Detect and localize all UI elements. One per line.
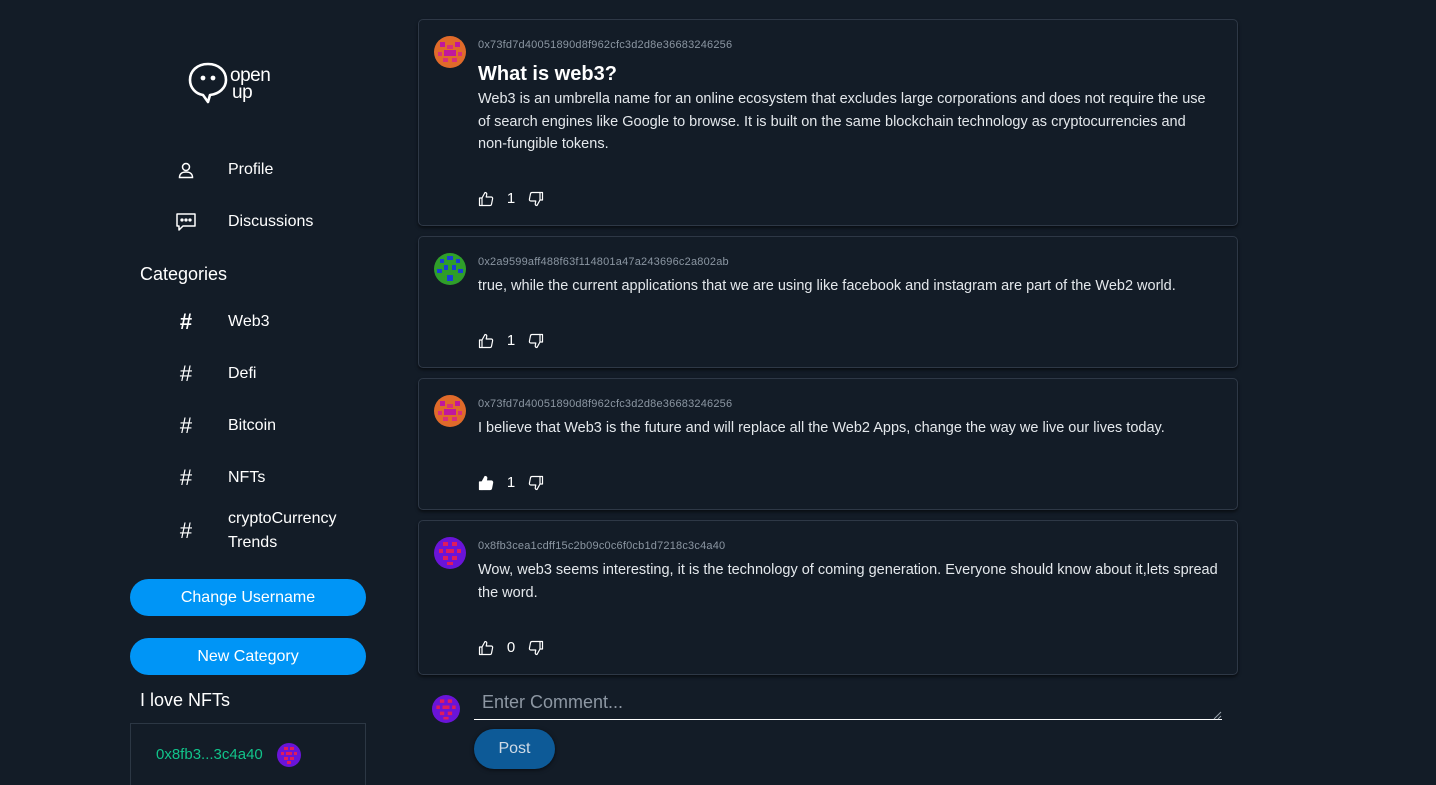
comment-card: 0x8fb3cea1cdff15c2b09c0c6f0cb1d7218c3c4a… xyxy=(418,520,1238,675)
hash-icon: # xyxy=(179,361,193,386)
vote-bar: 1 xyxy=(478,332,544,349)
user-card[interactable]: 0x8fb3...3c4a40 xyxy=(130,723,366,785)
comment-body: I believe that Web3 is the future and wi… xyxy=(478,420,1165,436)
thumbs-up-filled-icon[interactable] xyxy=(478,475,494,491)
category-item-bitcoin[interactable]: # Bitcoin xyxy=(174,411,276,441)
author-address[interactable]: 0x8fb3cea1cdff15c2b09c0c6f0cb1d7218c3c4a… xyxy=(478,540,725,552)
post-comment-button[interactable]: Post xyxy=(474,729,555,769)
category-item-web3[interactable]: # Web3 xyxy=(174,307,270,337)
category-label: Defi xyxy=(228,365,257,382)
author-address[interactable]: 0x73fd7d40051890d8f962cfc3d2d8e366832462… xyxy=(478,398,732,410)
post-title: What is web3? xyxy=(478,63,617,85)
user-address[interactable]: 0x8fb3...3c4a40 xyxy=(156,746,263,763)
chat-icon xyxy=(174,210,198,234)
nav-item-label: Profile xyxy=(228,161,274,178)
category-item-crypto-trends[interactable]: # cryptoCurrency Trends xyxy=(174,507,358,555)
current-user-avatar xyxy=(432,695,460,723)
resize-grip-icon[interactable] xyxy=(1212,710,1222,720)
category-label: Bitcoin xyxy=(228,417,277,434)
like-count: 0 xyxy=(506,639,516,656)
thumbs-down-icon[interactable] xyxy=(528,475,544,491)
user-icon xyxy=(174,158,198,182)
vote-bar: 0 xyxy=(478,639,544,656)
like-count: 1 xyxy=(506,332,516,349)
post-card: 0x73fd7d40051890d8f962cfc3d2d8e366832462… xyxy=(418,19,1238,226)
comment-card: 0x73fd7d40051890d8f962cfc3d2d8e366832462… xyxy=(418,378,1238,510)
category-label: NFTs xyxy=(228,469,266,486)
author-avatar xyxy=(434,537,466,569)
logo-text-up: up xyxy=(232,82,252,103)
thumbs-down-icon[interactable] xyxy=(528,333,544,349)
author-avatar xyxy=(434,253,466,285)
new-category-button[interactable]: New Category xyxy=(130,638,366,675)
sidebar: open up Profile Discussions Categories #… xyxy=(0,0,400,785)
author-address[interactable]: 0x2a9599aff488f63f114801a47a243696c2a802… xyxy=(478,256,729,268)
categories-heading: Categories xyxy=(140,264,228,284)
category-label: Web3 xyxy=(228,313,270,330)
nav-item-discussions[interactable]: Discussions xyxy=(174,207,313,237)
author-avatar xyxy=(434,395,466,427)
like-count: 1 xyxy=(506,474,516,491)
category-label: cryptoCurrency Trends xyxy=(228,510,337,551)
thumbs-down-icon[interactable] xyxy=(528,191,544,207)
post-body: Web3 is an umbrella name for an online e… xyxy=(478,91,1206,152)
author-address[interactable]: 0x73fd7d40051890d8f962cfc3d2d8e366832462… xyxy=(478,39,732,51)
thumbs-down-icon[interactable] xyxy=(528,640,544,656)
user-status-text: I love NFTs xyxy=(140,690,231,710)
category-item-defi[interactable]: # Defi xyxy=(174,359,257,389)
user-avatar xyxy=(277,743,301,767)
comment-card: 0x2a9599aff488f63f114801a47a243696c2a802… xyxy=(418,236,1238,368)
thumbs-up-icon[interactable] xyxy=(478,333,494,349)
comment-body: Wow, web3 seems interesting, it is the t… xyxy=(478,562,1218,601)
vote-bar: 1 xyxy=(478,474,544,491)
hash-icon: # xyxy=(179,518,193,543)
hash-icon: # xyxy=(179,465,193,490)
nav-item-profile[interactable]: Profile xyxy=(174,155,273,185)
category-item-nfts[interactable]: # NFTs xyxy=(174,463,265,493)
comment-body: true, while the current applications tha… xyxy=(478,278,1176,294)
hash-icon: # xyxy=(179,413,193,438)
author-avatar xyxy=(434,36,466,68)
comment-input[interactable] xyxy=(474,692,1222,720)
app-logo[interactable]: open up xyxy=(188,60,292,106)
like-count: 1 xyxy=(506,190,516,207)
vote-bar: 1 xyxy=(478,190,544,207)
thumbs-up-icon[interactable] xyxy=(478,640,494,656)
nav-item-label: Discussions xyxy=(228,213,314,230)
thumbs-up-icon[interactable] xyxy=(478,191,494,207)
hash-icon: # xyxy=(179,309,193,334)
change-username-button[interactable]: Change Username xyxy=(130,579,366,616)
